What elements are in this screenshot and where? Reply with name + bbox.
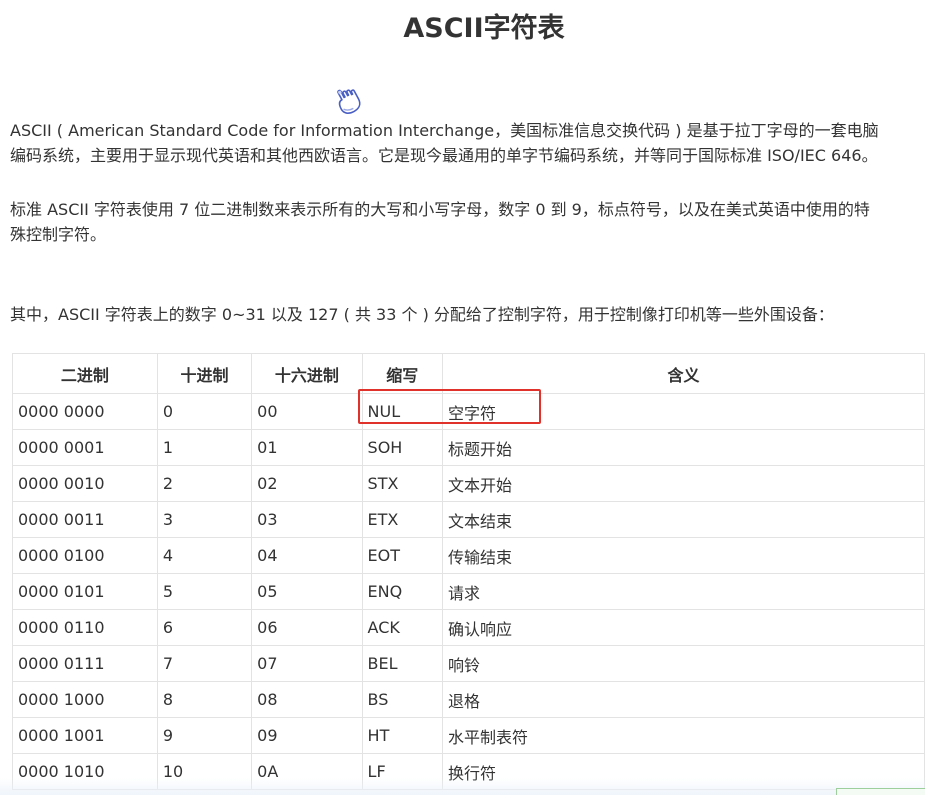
cell-binary: 0000 1001 [12,717,158,754]
table-row: 0000 0100 4 04 EOT 传输结束 [12,537,925,574]
cell-meaning: 文本开始 [441,465,925,502]
table-row: 0000 0001 1 01 SOH 标题开始 [12,429,925,466]
cell-binary: 0000 1000 [12,681,158,718]
cell-binary: 0000 1010 [12,753,158,790]
table-header-row: 二进制 十进制 十六进制 缩写 含义 [12,353,925,394]
table-row: 0000 0011 3 03 ETX 文本结束 [12,501,925,538]
cell-abbreviation: LF [361,753,443,790]
cell-abbreviation: BEL [361,645,443,682]
table-row: 0000 0010 2 02 STX 文本开始 [12,465,925,502]
cell-hex: 07 [251,645,363,682]
cell-hex: 04 [251,537,363,574]
cell-meaning: 确认响应 [441,609,925,646]
intro-line-1: ASCII ( American Standard Code for Infor… [10,121,879,140]
cell-meaning: 空字符 [441,393,925,430]
ascii-table: 二进制 十进制 十六进制 缩写 含义 0000 0000 0 00 NUL 空字符 000… [12,353,925,790]
cell-decimal: 7 [156,645,253,682]
cell-binary: 0000 0011 [12,501,158,538]
cell-decimal: 3 [156,501,253,538]
table-row: 0000 1000 8 08 BS 退格 [12,681,925,718]
cell-hex: 03 [251,501,363,538]
header-abbreviation: 缩写 [361,353,443,394]
cell-meaning: 传输结束 [441,537,925,574]
cell-meaning: 文本结束 [441,501,925,538]
cell-hex: 08 [251,681,363,718]
control-chars-paragraph: 其中，ASCII 字符表上的数字 0~31 以及 127 ( 共 33 个 ) … [10,305,834,324]
hand-pointer-icon [330,82,370,118]
header-decimal: 十进制 [156,353,253,394]
corner-widget [836,788,925,795]
cell-meaning: 标题开始 [441,429,925,466]
table-row: 0000 1010 10 0A LF 换行符 [12,753,925,790]
cell-abbreviation: ETX [361,501,443,538]
header-meaning: 含义 [441,353,925,394]
standard-line-1: 标准 ASCII 字符表使用 7 位二进制数来表示所有的大写和小写字母，数字 0… [10,200,870,219]
cell-decimal: 4 [156,537,253,574]
cell-decimal: 1 [156,429,253,466]
cell-decimal: 9 [156,717,253,754]
cell-decimal: 6 [156,609,253,646]
intro-paragraph: ASCII ( American Standard Code for Infor… [10,118,925,168]
cell-abbreviation: SOH [361,429,443,466]
cell-decimal: 2 [156,465,253,502]
page-title: ASCII字符表 [403,13,565,44]
cell-abbreviation: ACK [361,609,443,646]
standard-line-2: 殊控制字符。 [10,225,107,244]
cell-decimal: 5 [156,573,253,610]
cell-hex: 01 [251,429,363,466]
cell-abbreviation: EOT [361,537,443,574]
cell-binary: 0000 0111 [12,645,158,682]
cell-abbreviation: HT [361,717,443,754]
intro-line-2: 编码系统，主要用于显示现代英语和其他西欧语言。它是现今最通用的单字节编码系统，并… [10,146,878,165]
cell-abbreviation: ENQ [361,573,443,610]
cell-binary: 0000 0100 [12,537,158,574]
header-hex: 十六进制 [251,353,363,394]
cell-binary: 0000 0101 [12,573,158,610]
cell-meaning: 响铃 [441,645,925,682]
cell-decimal: 10 [156,753,253,790]
cell-meaning: 水平制表符 [441,717,925,754]
table-row: 0000 1001 9 09 HT 水平制表符 [12,717,925,754]
table-row: 0000 0111 7 07 BEL 响铃 [12,645,925,682]
table-row: 0000 0000 0 00 NUL 空字符 [12,393,925,430]
cell-meaning: 请求 [441,573,925,610]
cell-hex: 06 [251,609,363,646]
cell-decimal: 8 [156,681,253,718]
cell-binary: 0000 0110 [12,609,158,646]
cell-abbreviation: STX [361,465,443,502]
cell-hex: 09 [251,717,363,754]
cell-hex: 05 [251,573,363,610]
cell-binary: 0000 0001 [12,429,158,466]
table-row: 0000 0110 6 06 ACK 确认响应 [12,609,925,646]
cell-meaning: 退格 [441,681,925,718]
cell-hex: 00 [251,393,363,430]
cell-abbreviation: BS [361,681,443,718]
cell-binary: 0000 0010 [12,465,158,502]
table-row: 0000 0101 5 05 ENQ 请求 [12,573,925,610]
cell-hex: 02 [251,465,363,502]
cell-binary: 0000 0000 [12,393,158,430]
cell-decimal: 0 [156,393,253,430]
cell-hex: 0A [251,753,363,790]
cell-meaning: 换行符 [441,753,925,790]
header-binary: 二进制 [12,353,158,394]
standard-ascii-paragraph: 标准 ASCII 字符表使用 7 位二进制数来表示所有的大写和小写字母，数字 0… [10,197,925,247]
cell-abbreviation: NUL [361,393,443,430]
